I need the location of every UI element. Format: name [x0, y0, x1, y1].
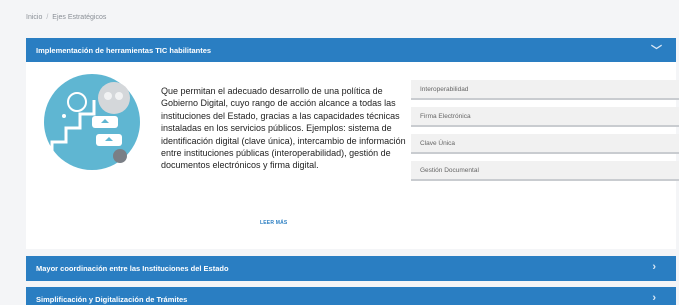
chevron-right-icon: › [652, 261, 656, 273]
accordion-item-simplificacion[interactable]: Simplificación y Digitalización de Trámi… [26, 287, 676, 305]
chip-gestion-documental[interactable]: Gestión Documental [411, 161, 679, 181]
page: Inicio / Ejes Estratégicos Implementación … [0, 0, 679, 305]
accordion-item-coordinacion[interactable]: Mayor coordinación entre las Institucion… [26, 256, 676, 281]
panel-header-tic[interactable]: Implementación de herramientas TIC habil… [26, 38, 676, 62]
digital-government-illustration-icon [44, 74, 140, 170]
breadcrumb-home[interactable]: Inicio [26, 14, 42, 21]
read-more-link[interactable]: LEER MÁS [260, 220, 287, 226]
chip-list: Interoperabilidad Firma Electrónica Clav… [411, 80, 679, 188]
breadcrumb-separator: / [46, 14, 49, 21]
panel-body: Que permitan el adecuado desarrollo de u… [26, 62, 679, 249]
breadcrumb: Inicio / Ejes Estratégicos [26, 14, 106, 21]
panel-description: Que permitan el adecuado desarrollo de u… [161, 86, 406, 171]
panel-title: Implementación de herramientas TIC habil… [36, 45, 212, 55]
breadcrumb-current: Ejes Estratégicos [52, 14, 107, 21]
accordion-label: Mayor coordinación entre las Institucion… [36, 264, 229, 273]
chevron-right-icon: › [652, 292, 656, 304]
chip-firma-electronica[interactable]: Firma Electrónica [411, 107, 679, 127]
chip-clave-unica[interactable]: Clave Única [411, 134, 679, 154]
chip-interoperabilidad[interactable]: Interoperabilidad [411, 80, 679, 100]
chevron-down-icon: ﹀ [651, 45, 662, 57]
accordion-label: Simplificación y Digitalización de Trámi… [36, 295, 188, 304]
